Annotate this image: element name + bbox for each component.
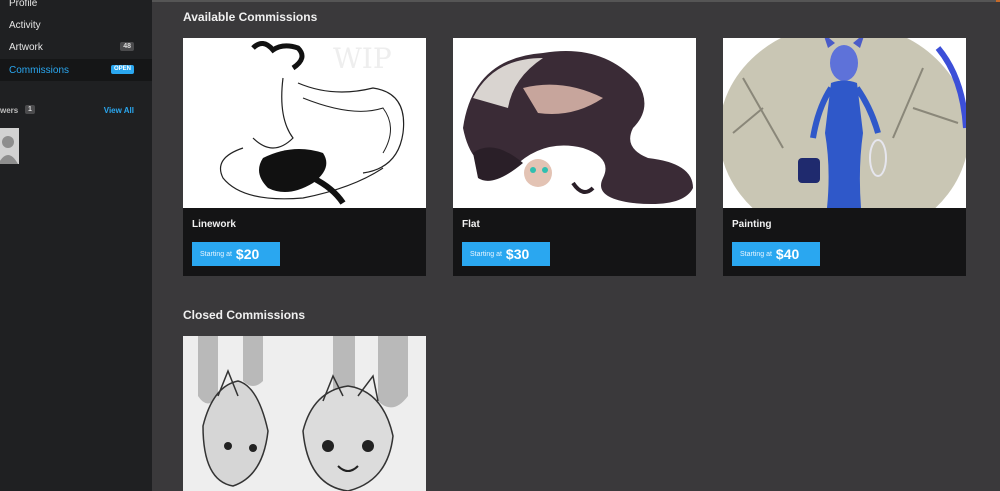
flat-artwork-image[interactable] bbox=[453, 38, 696, 208]
sidebar-item-label: Commissions bbox=[9, 64, 70, 76]
commission-name: Linework bbox=[192, 219, 236, 230]
sidebar-item-label: Artwork bbox=[9, 41, 43, 53]
sidebar-item-activity[interactable]: Activity bbox=[0, 14, 152, 36]
commission-card-linework[interactable]: WIP Linework Starting at $20 bbox=[183, 38, 426, 276]
price-amount: $30 bbox=[505, 246, 530, 262]
open-status-badge: OPEN bbox=[110, 65, 134, 74]
watchers-header: wers 1 View All bbox=[0, 104, 152, 118]
sidebar-item-commissions[interactable]: Commissions OPEN bbox=[0, 59, 152, 81]
closed-commissions-title: Closed Commissions bbox=[183, 308, 306, 322]
available-commissions-title: Available Commissions bbox=[183, 10, 318, 24]
sidebar-item-label: Activity bbox=[9, 19, 41, 31]
commission-card-flat[interactable]: Flat Starting at $30 bbox=[453, 38, 696, 276]
price-button[interactable]: Starting at $30 bbox=[462, 242, 550, 266]
watchers-count: 1 bbox=[25, 105, 35, 114]
price-amount: $40 bbox=[775, 246, 800, 262]
commission-card-painting[interactable]: Painting Starting at $40 bbox=[723, 38, 966, 276]
linework-artwork-image[interactable]: WIP bbox=[183, 38, 426, 208]
price-button[interactable]: Starting at $40 bbox=[732, 242, 820, 266]
commission-name: Flat bbox=[462, 219, 480, 230]
starting-at-label: Starting at bbox=[740, 250, 772, 258]
price-amount: $20 bbox=[235, 246, 260, 262]
sidebar: Profile Activity Artwork 48 Commissions … bbox=[0, 0, 152, 491]
closed-commission-card[interactable] bbox=[183, 336, 426, 491]
default-avatar-icon bbox=[0, 128, 19, 164]
painting-artwork-image[interactable] bbox=[723, 38, 966, 208]
sidebar-item-artwork[interactable]: Artwork 48 bbox=[0, 36, 152, 58]
sidebar-item-label: Profile bbox=[9, 0, 38, 9]
view-all-link[interactable]: View All bbox=[104, 106, 134, 115]
artwork-count-badge: 48 bbox=[120, 42, 134, 51]
top-accent bbox=[996, 0, 1000, 2]
svg-text:WIP: WIP bbox=[333, 42, 392, 75]
closed-artwork-image bbox=[183, 336, 426, 491]
commission-name: Painting bbox=[732, 219, 772, 230]
sidebar-item-profile[interactable]: Profile bbox=[0, 0, 152, 14]
starting-at-label: Starting at bbox=[470, 250, 502, 258]
starting-at-label: Starting at bbox=[200, 250, 232, 258]
watcher-avatar[interactable] bbox=[0, 128, 19, 164]
watchers-label: wers bbox=[0, 106, 19, 115]
price-button[interactable]: Starting at $20 bbox=[192, 242, 280, 266]
